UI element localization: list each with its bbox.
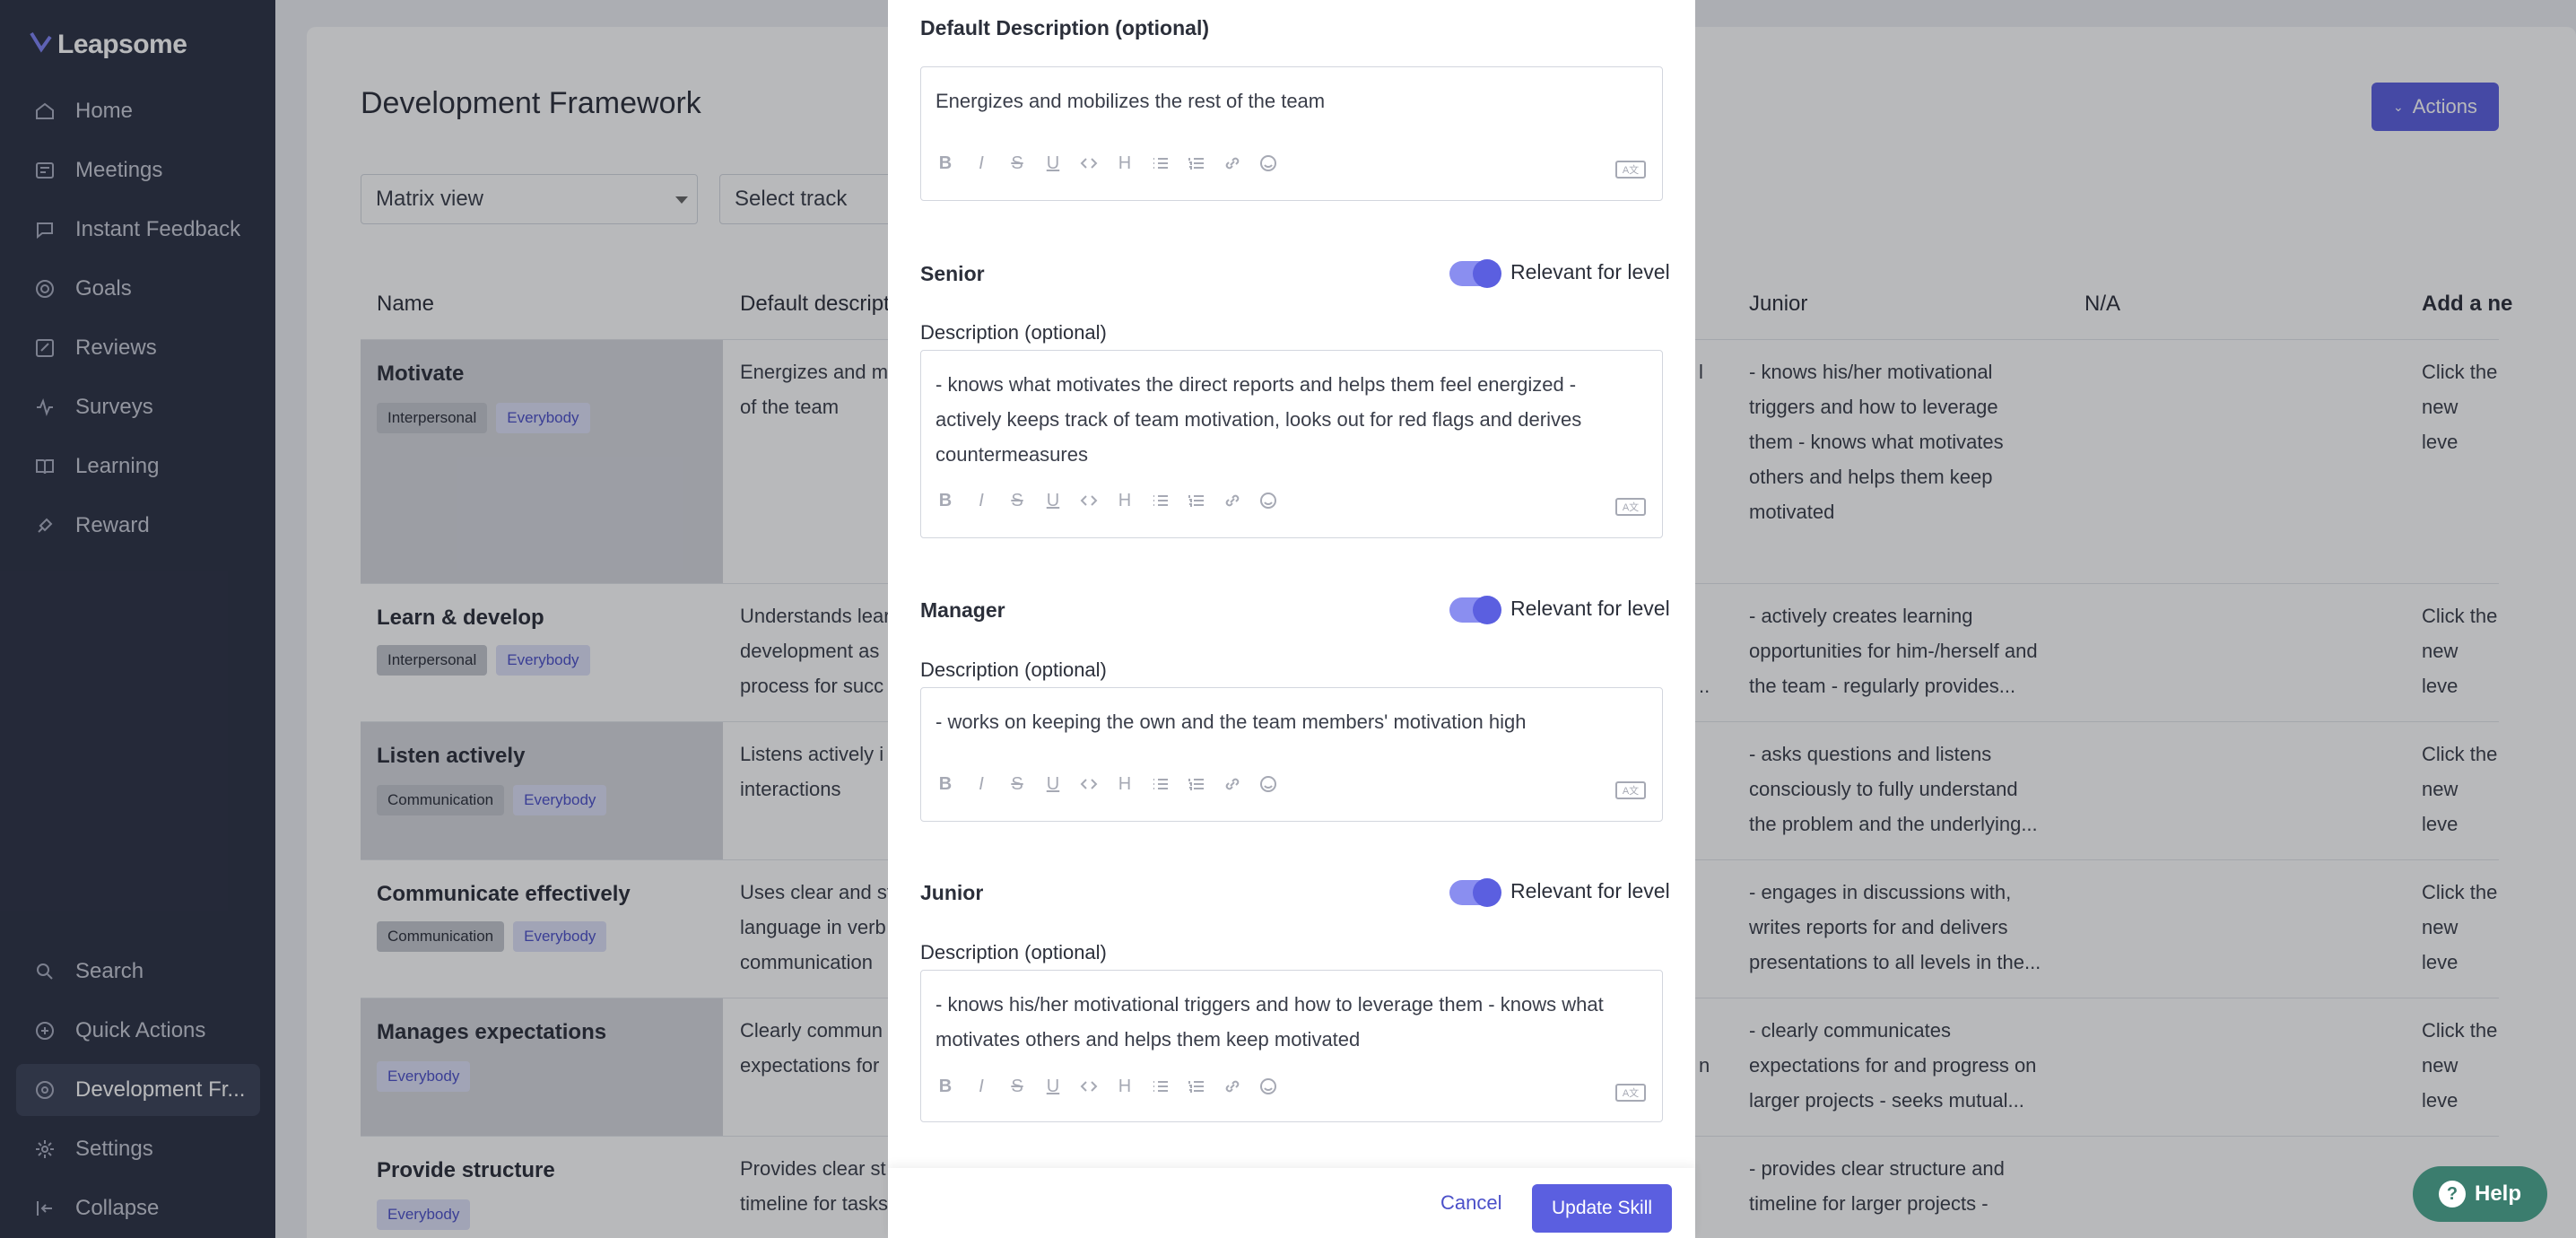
manager-description-editor[interactable]: - works on keeping the own and the team … [920,687,1663,822]
numbered-list-icon[interactable] [1187,153,1206,173]
relevant-toggle-senior[interactable] [1449,259,1501,288]
help-button[interactable]: ? Help [2413,1166,2547,1222]
default-description-editor[interactable]: Energizes and mobilizes the rest of the … [920,66,1663,201]
description-label: Description (optional) [920,658,1107,681]
italic-icon[interactable]: I [971,1077,991,1096]
translate-icon[interactable]: A文 [1615,781,1646,799]
strikethrough-icon[interactable]: S [1007,491,1027,510]
relevant-toggle-junior[interactable] [1449,878,1501,907]
heading-icon[interactable]: H [1115,153,1135,173]
bold-icon[interactable]: B [936,774,955,794]
question-icon: ? [2438,1181,2466,1207]
relevant-toggle-manager[interactable] [1449,596,1501,624]
relevant-label: Relevant for level [1510,879,1670,902]
emoji-icon[interactable] [1258,491,1278,510]
heading-icon[interactable]: H [1115,491,1135,510]
bullet-list-icon[interactable] [1151,1077,1171,1096]
level-name-junior: Junior [920,881,984,904]
editor-toolbar: B I S U H [936,1077,1278,1096]
editor-toolbar: B I S U H [936,491,1278,510]
underline-icon[interactable]: U [1043,153,1063,173]
description-label: Description (optional) [920,941,1107,963]
code-icon[interactable] [1079,1077,1099,1096]
bold-icon[interactable]: B [936,491,955,510]
italic-icon[interactable]: I [971,491,991,510]
numbered-list-icon[interactable] [1187,774,1206,794]
italic-icon[interactable]: I [971,153,991,173]
toggle-knob [1473,596,1501,624]
underline-icon[interactable]: U [1043,491,1063,510]
numbered-list-icon[interactable] [1187,491,1206,510]
bullet-list-icon[interactable] [1151,153,1171,173]
heading-icon[interactable]: H [1115,774,1135,794]
editor-text[interactable]: - knows what motivates the direct report… [936,367,1644,472]
toggle-knob [1473,878,1501,907]
link-icon[interactable] [1223,153,1242,173]
description-label: Description (optional) [920,321,1107,344]
senior-description-editor[interactable]: - knows what motivates the direct report… [920,350,1663,538]
strikethrough-icon[interactable]: S [1007,1077,1027,1096]
emoji-icon[interactable] [1258,153,1278,173]
relevant-label: Relevant for level [1510,260,1670,283]
translate-icon[interactable]: A文 [1615,161,1646,179]
editor-toolbar: B I S U H [936,153,1278,173]
bullet-list-icon[interactable] [1151,774,1171,794]
underline-icon[interactable]: U [1043,774,1063,794]
editor-text[interactable]: - knows his/her motivational triggers an… [936,987,1644,1057]
strikethrough-icon[interactable]: S [1007,153,1027,173]
editor-text[interactable]: - works on keeping the own and the team … [936,704,1644,739]
relevant-label: Relevant for level [1510,597,1670,620]
update-skill-button[interactable]: Update Skill [1532,1184,1672,1233]
underline-icon[interactable]: U [1043,1077,1063,1096]
italic-icon[interactable]: I [971,774,991,794]
code-icon[interactable] [1079,153,1099,173]
heading-icon[interactable]: H [1115,1077,1135,1096]
numbered-list-icon[interactable] [1187,1077,1206,1096]
bold-icon[interactable]: B [936,153,955,173]
modal-footer: Cancel Update Skill [888,1168,1695,1238]
link-icon[interactable] [1223,774,1242,794]
link-icon[interactable] [1223,1077,1242,1096]
translate-icon[interactable]: A文 [1615,1084,1646,1102]
junior-description-editor[interactable]: - knows his/her motivational triggers an… [920,970,1663,1122]
cancel-button[interactable]: Cancel [1440,1191,1501,1215]
edit-skill-modal: Default Description (optional) Energizes… [888,0,1695,1238]
bold-icon[interactable]: B [936,1077,955,1096]
code-icon[interactable] [1079,774,1099,794]
editor-toolbar: B I S U H [936,774,1278,794]
level-name-manager: Manager [920,598,1005,622]
code-icon[interactable] [1079,491,1099,510]
help-label: Help [2474,1181,2521,1206]
emoji-icon[interactable] [1258,774,1278,794]
strikethrough-icon[interactable]: S [1007,774,1027,794]
editor-text[interactable]: Energizes and mobilizes the rest of the … [936,83,1644,118]
emoji-icon[interactable] [1258,1077,1278,1096]
level-name-senior: Senior [920,262,985,285]
link-icon[interactable] [1223,491,1242,510]
default-description-label: Default Description (optional) [920,16,1209,39]
toggle-knob [1473,259,1501,288]
translate-icon[interactable]: A文 [1615,498,1646,516]
bullet-list-icon[interactable] [1151,491,1171,510]
